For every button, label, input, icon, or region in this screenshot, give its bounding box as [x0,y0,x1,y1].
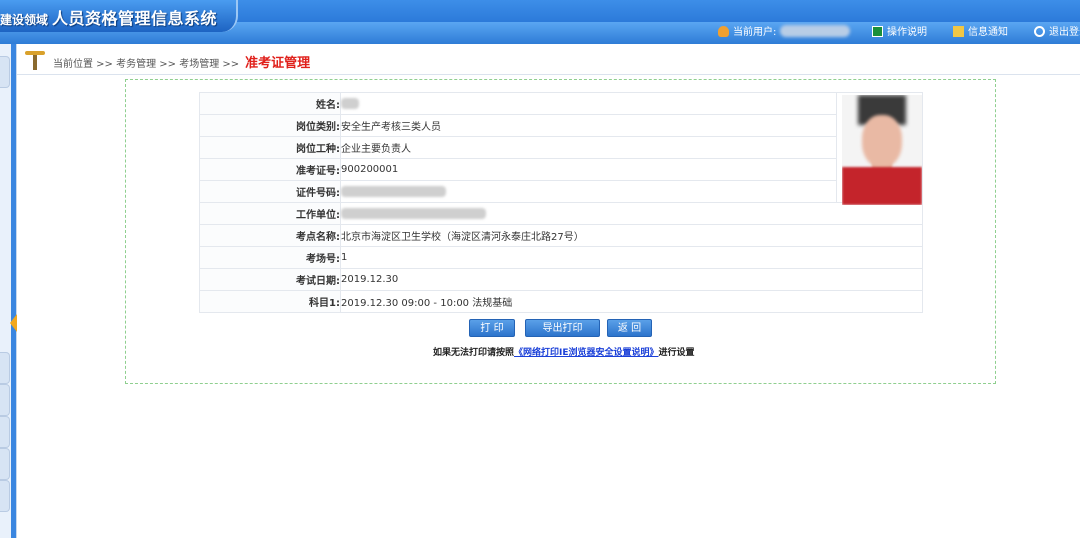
field-value: 2019.12.30 [340,268,923,291]
field-value: 北京市海淀区卫生学校（海淀区清河永泰庄北路27号） [340,224,923,247]
print-help-note: 如果无法打印请按照《网络打印IE浏览器安全设置说明》进行设置 [433,345,695,358]
side-tab[interactable] [0,384,10,416]
field-label: 考点名称: [199,224,341,247]
field-label: 准考证号: [199,158,341,181]
field-label: 岗位工种: [199,136,341,159]
notification-label: 信息通知 [968,27,1008,38]
side-tab[interactable] [0,56,10,88]
left-collapse-strip [0,44,17,538]
field-label: 证件号码: [199,180,341,203]
candidate-photo [842,95,922,205]
table-row: 岗位工种: 企业主要负责人 [199,136,923,159]
system-title-small: 建设领域 [0,13,49,27]
mail-icon [953,26,964,37]
power-icon [1034,26,1045,37]
current-user-name [779,25,850,37]
page-title: 准考证管理 [245,56,311,71]
field-label: 考试日期: [199,268,341,291]
field-value: 1 [340,246,923,269]
breadcrumb-text: 当前位置 >> 考务管理 >> 考场管理 >> 准考证管理 [53,52,310,71]
notification-link[interactable]: 信息通知 [953,25,1008,41]
side-tab[interactable] [0,416,10,448]
field-value: 2019.12.30 09:00 - 10:00 法规基础 [340,290,923,313]
table-row: 考场号: 1 [199,246,923,269]
field-label: 姓名: [199,92,341,115]
field-value: 900200001 [340,158,837,181]
table-row: 证件号码: [199,180,923,203]
admission-ticket-table: 姓名: 岗位类别: 安全生产考核三类人员 岗位工种: 企业主要负责人 准考证号:… [199,92,923,313]
signpost-icon [25,48,45,70]
field-value: 安全生产考核三类人员 [340,114,837,137]
help-link[interactable]: 操作说明 [872,25,927,41]
table-row: 准考证号: 900200001 [199,158,923,181]
field-label: 工作单位: [199,202,341,225]
header-bar: 建设领域人员资格管理信息系统 当前用户: 操作说明 信息通知 退出登录 [0,0,1080,44]
note-suffix: 进行设置 [658,348,695,358]
table-row: 考点名称: 北京市海淀区卫生学校（海淀区清河永泰庄北路27号） [199,224,923,247]
current-user-label: 当前用户: [733,27,777,38]
help-label: 操作说明 [887,27,927,38]
print-button[interactable]: 打 印 [469,319,515,337]
user-icon [718,26,729,37]
field-employer [340,202,923,225]
side-tab[interactable] [0,352,10,384]
system-title-main: 人员资格管理信息系统 [52,9,218,28]
breadcrumb: 当前位置 >> 考务管理 >> 考场管理 >> 准考证管理 [17,44,1080,75]
redacted-value [341,207,486,219]
logout-label: 退出登录 [1049,27,1080,38]
table-row: 考试日期: 2019.12.30 [199,268,923,291]
export-print-button[interactable]: 导出打印 [525,319,600,337]
ie-security-settings-link[interactable]: 《网络打印IE浏览器安全设置说明》 [514,348,659,358]
redacted-value [341,97,359,109]
redacted-value [341,185,446,197]
field-name [340,92,837,115]
logout-link[interactable]: 退出登录 [1034,25,1080,41]
side-tab[interactable] [0,448,10,480]
table-row: 工作单位: [199,202,923,225]
field-label: 科目1: [199,290,341,313]
logo-tab: 建设领域 人员资格管理信息系统 [0,0,238,32]
table-row: 岗位类别: 安全生产考核三类人员 [199,114,923,137]
note-prefix: 如果无法打印请按照 [433,348,515,358]
back-button[interactable]: 返 回 [607,319,652,337]
system-title: 建设领域 人员资格管理信息系统 [0,5,217,29]
field-label: 考场号: [199,246,341,269]
table-row: 姓名: [199,92,923,203]
left-strip-divider [11,44,16,538]
side-tab[interactable] [0,480,10,512]
collapse-arrow-icon[interactable] [10,314,17,332]
field-id-number [340,180,837,203]
breadcrumb-path: 当前位置 >> 考务管理 >> 考场管理 >> [53,59,240,70]
help-icon [872,26,883,37]
field-value: 企业主要负责人 [340,136,837,159]
current-user: 当前用户: [718,25,850,41]
field-label: 岗位类别: [199,114,341,137]
table-row: 科目1: 2019.12.30 09:00 - 10:00 法规基础 [199,290,923,313]
